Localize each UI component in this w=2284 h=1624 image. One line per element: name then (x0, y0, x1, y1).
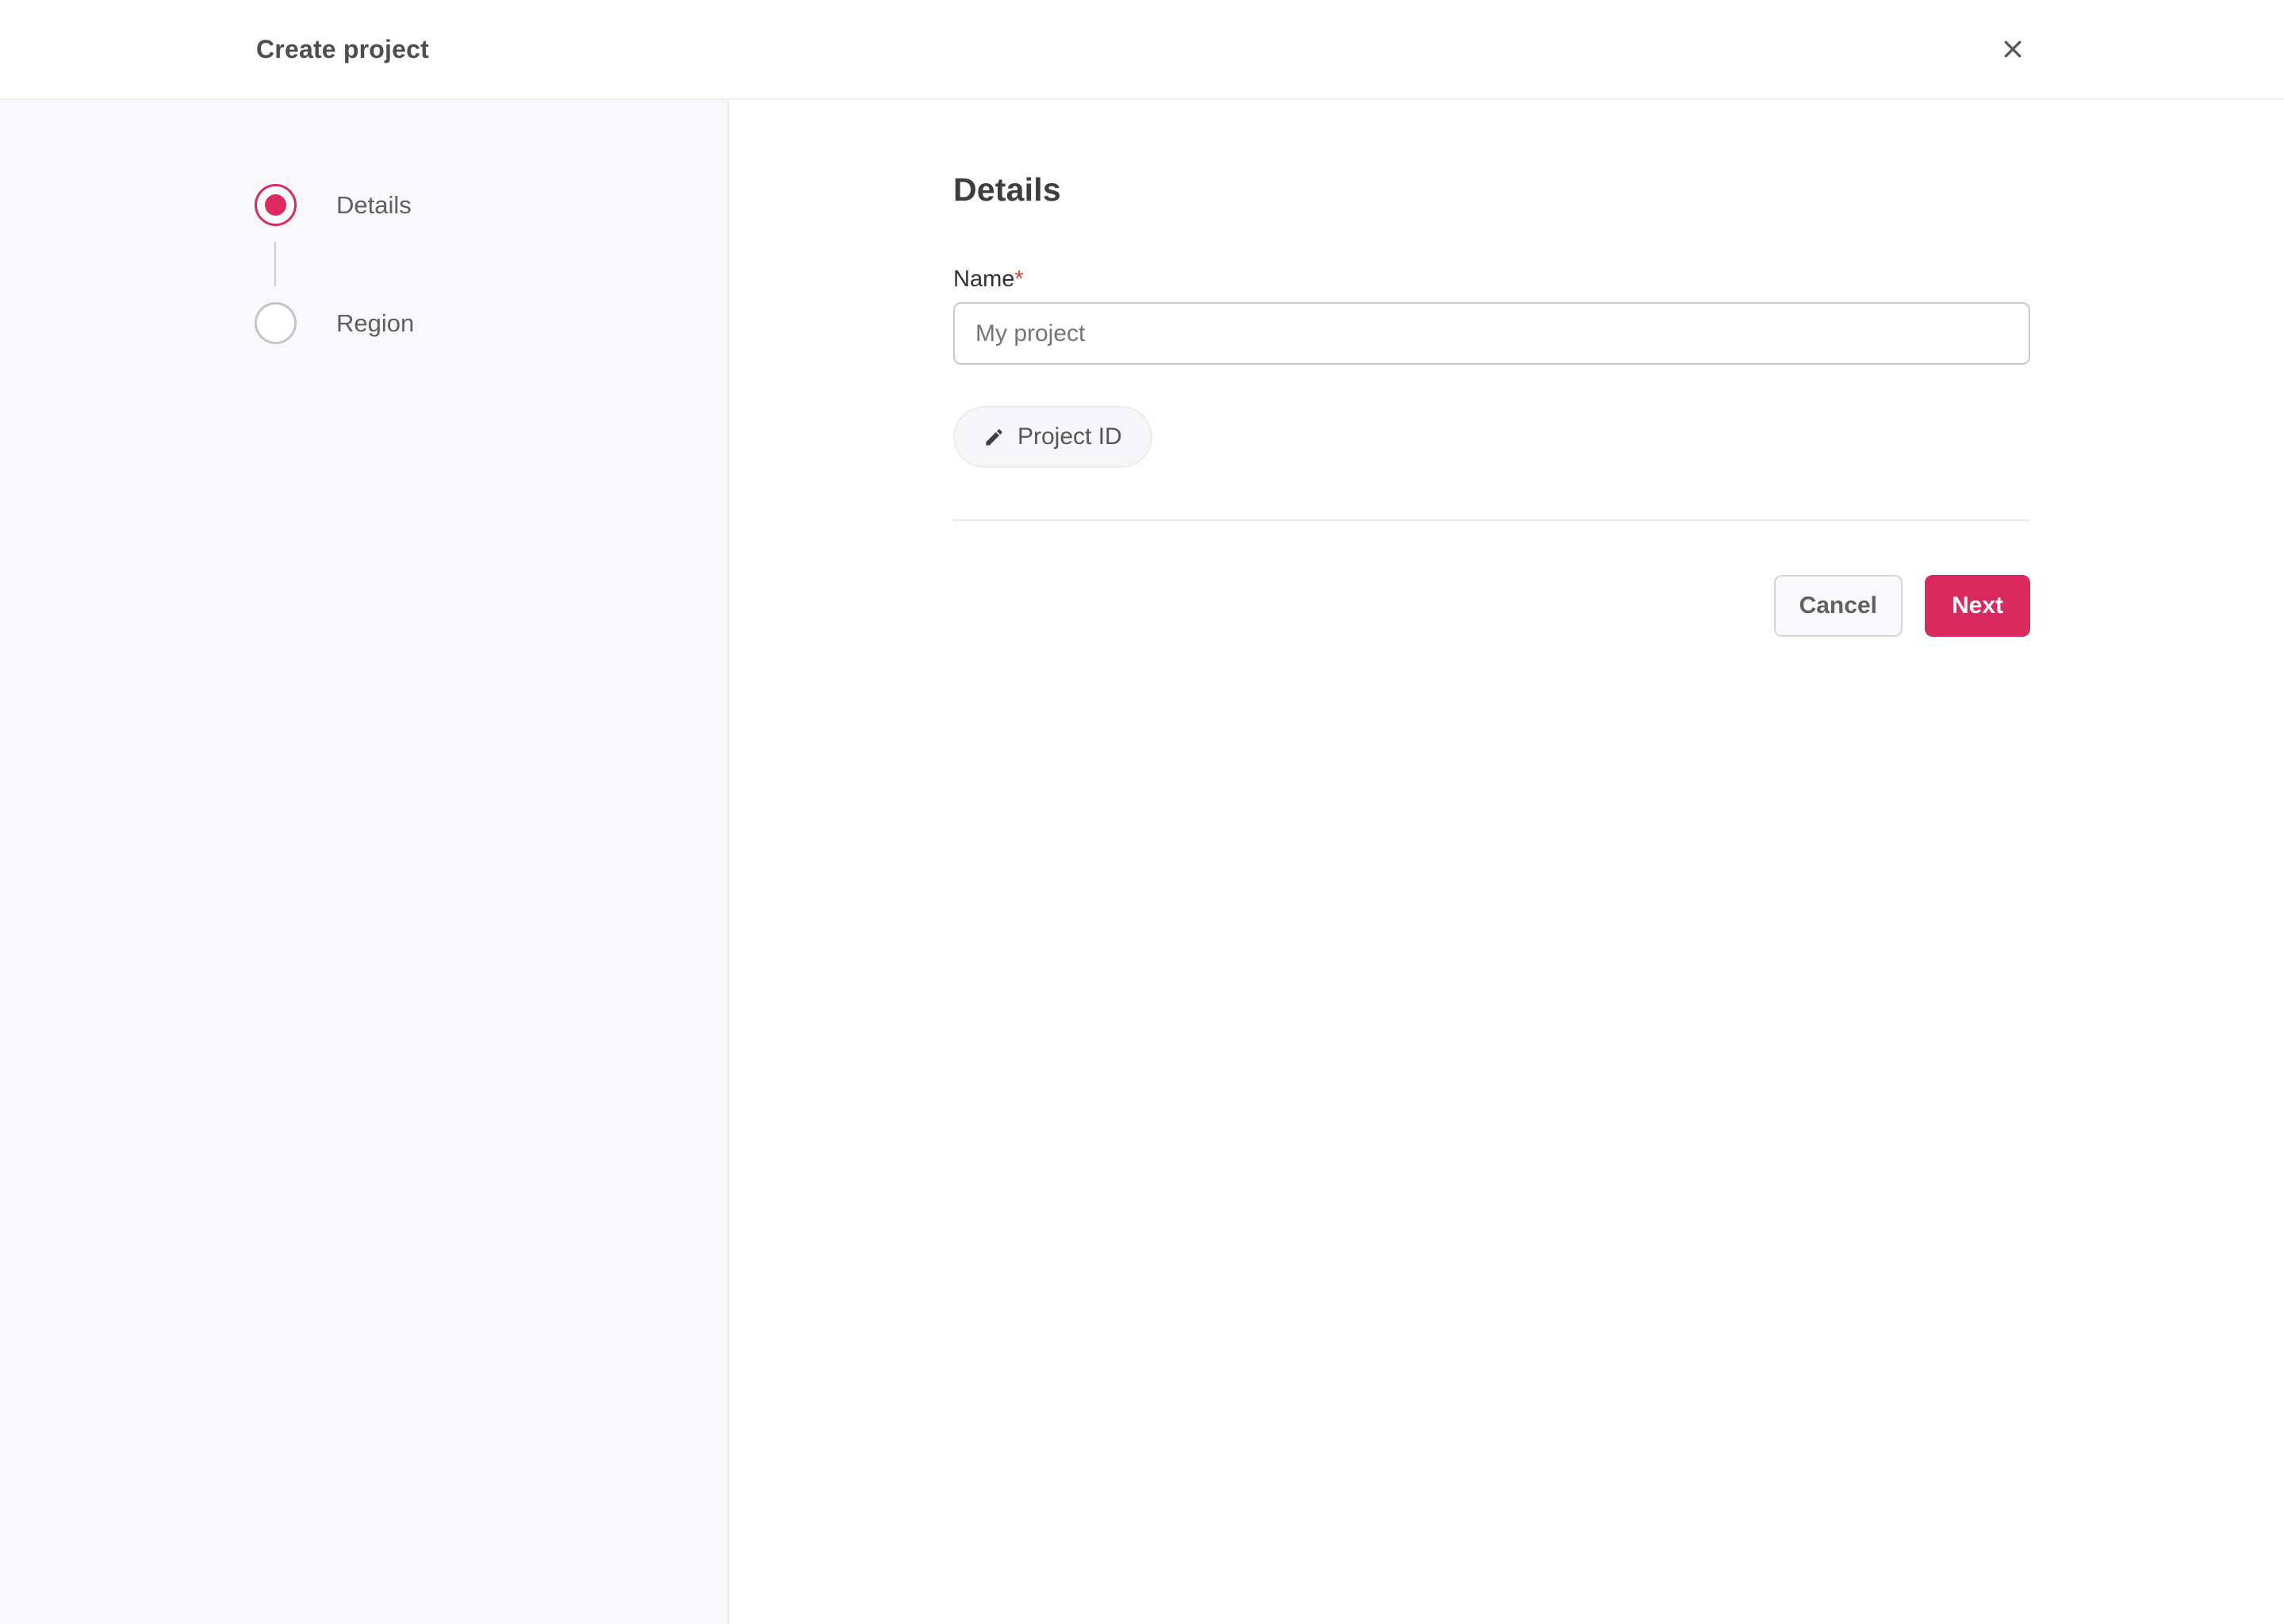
step-radio-idle-icon (255, 302, 297, 344)
name-input[interactable] (953, 302, 2030, 365)
main-panel: Details Name* Project ID Cancel Next (729, 100, 2284, 1624)
footer-actions: Cancel Next (953, 575, 2030, 637)
project-id-label: Project ID (1017, 423, 1122, 450)
required-asterisk: * (1014, 266, 1024, 292)
step-radio-active-icon (255, 184, 297, 226)
modal-title: Create project (256, 34, 429, 63)
project-id-button[interactable]: Project ID (953, 406, 1152, 468)
step-label: Region (336, 308, 415, 337)
stepper: Details Region (255, 184, 414, 344)
next-button[interactable]: Next (1924, 575, 2030, 637)
step-item-details[interactable]: Details (255, 184, 414, 226)
step-connector-line (274, 242, 276, 286)
name-label: Name* (953, 266, 1024, 292)
step-item-region[interactable]: Region (255, 302, 414, 344)
create-project-modal: Create project Details Region Details Na… (0, 0, 2284, 1624)
modal-header: Create project (0, 0, 2284, 100)
section-divider (953, 519, 2030, 521)
stepper-sidebar: Details Region (0, 100, 729, 1624)
x-icon (2001, 37, 2025, 61)
pencil-icon (983, 427, 1005, 448)
page-title: Details (953, 171, 1061, 208)
close-button[interactable] (1989, 25, 2037, 73)
step-radio-dot (265, 194, 286, 216)
step-label: Details (336, 190, 412, 219)
cancel-button[interactable]: Cancel (1773, 575, 1903, 637)
